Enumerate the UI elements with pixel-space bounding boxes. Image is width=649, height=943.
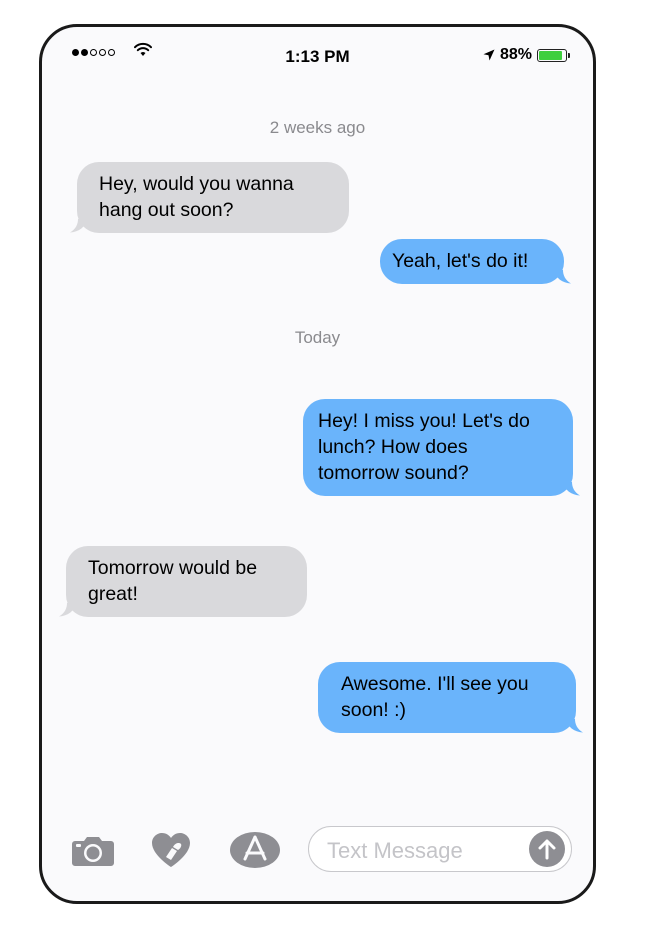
- bubble-tail: [70, 219, 88, 233]
- send-arrow-icon: [538, 839, 556, 860]
- battery-fill: [539, 50, 562, 60]
- status-bar: 1:13 PM 88%: [42, 27, 593, 83]
- message-text: Hey! I miss you! Let's do: [318, 410, 530, 432]
- message-text: soon! :): [341, 699, 407, 721]
- message-text: Tomorrow would be: [88, 557, 258, 579]
- location-arrow-icon: [483, 49, 495, 61]
- message-text: hang out soon?: [99, 199, 234, 221]
- status-right-group: 88%: [483, 46, 570, 64]
- timestamp-today: Today: [294, 328, 341, 347]
- message-bubble-outgoing[interactable]: Awesome. I'll see you soon! :): [318, 662, 583, 733]
- bubble-tail: [553, 270, 571, 284]
- message-text: lunch? How does: [318, 436, 468, 458]
- send-button[interactable]: [529, 831, 565, 867]
- app-store-icon[interactable]: [229, 831, 281, 869]
- compose-toolbar: Text Message: [42, 823, 593, 883]
- message-text: tomorrow sound?: [318, 462, 469, 484]
- camera-icon[interactable]: [72, 834, 114, 866]
- digital-touch-icon[interactable]: [151, 832, 191, 868]
- message-text: great!: [88, 583, 138, 605]
- message-text: Awesome. I'll see you: [341, 673, 529, 695]
- battery-percent: 88%: [499, 46, 532, 63]
- message-input[interactable]: Text Message: [308, 826, 572, 872]
- message-bubble-outgoing[interactable]: Yeah, let's do it!: [380, 239, 571, 284]
- timestamp-2-weeks-ago: 2 weeks ago: [269, 118, 366, 137]
- message-text: Yeah, let's do it!: [392, 250, 529, 272]
- message-bubble-outgoing[interactable]: Hey! I miss you! Let's do lunch? How doe…: [303, 399, 580, 496]
- bubble-tail: [562, 482, 580, 496]
- message-text: Hey, would you wanna: [99, 173, 294, 195]
- message-bubble-incoming[interactable]: Tomorrow would be great!: [59, 546, 307, 617]
- message-bubble-incoming[interactable]: Hey, would you wanna hang out soon?: [70, 162, 349, 233]
- bubble-tail: [59, 603, 77, 617]
- phone-frame: 1:13 PM 88% 2 weeks ago Hey, would you w…: [39, 24, 596, 904]
- bubble-tail: [565, 719, 583, 733]
- message-input-placeholder: Text Message: [327, 838, 463, 863]
- battery-icon: [537, 48, 570, 62]
